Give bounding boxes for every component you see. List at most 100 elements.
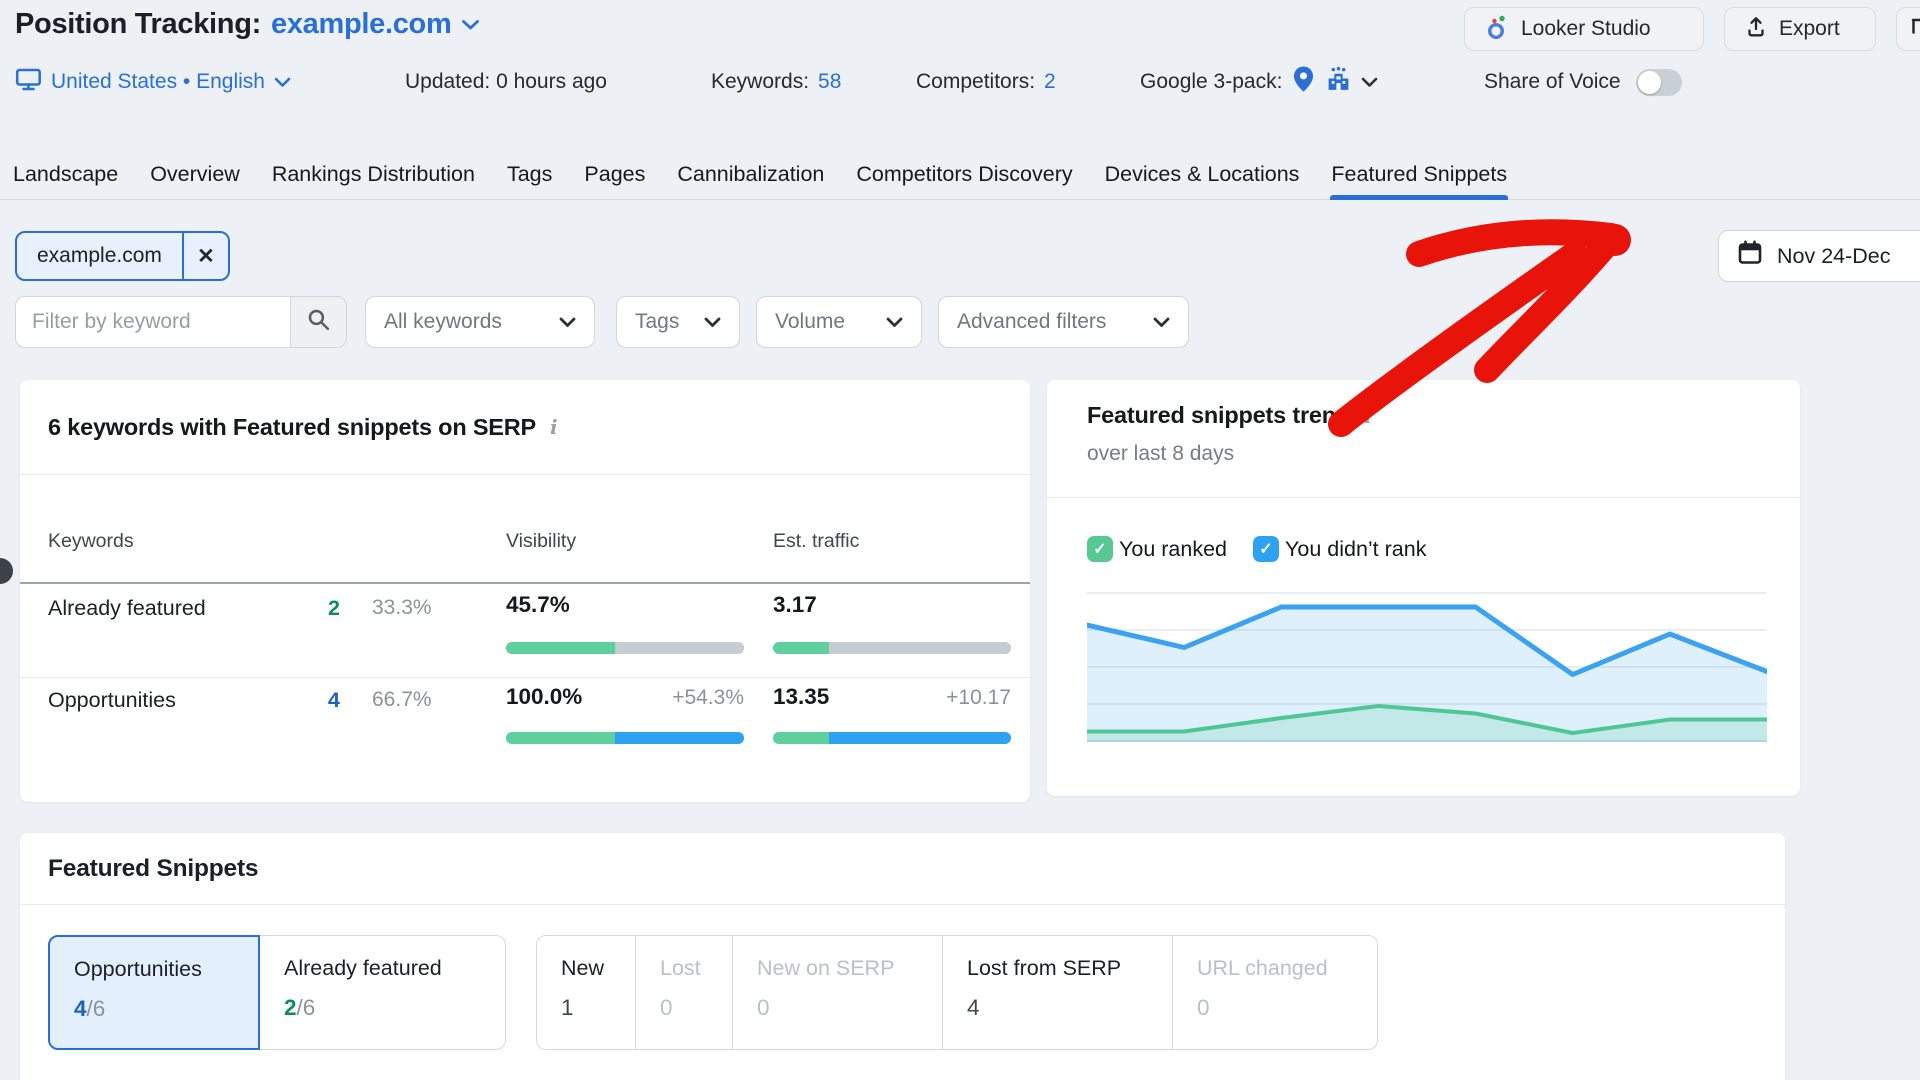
visibility-value: 45.7% [506,592,570,618]
filter-tab-value: 4 [74,996,87,1021]
filter-tab-label: Opportunities [74,957,258,982]
advanced-filters-label: Advanced filters [957,310,1106,334]
chevron-down-icon [886,317,903,328]
search-icon [306,307,331,337]
map-pin-icon [1291,65,1316,100]
snippets-card-title: Featured Snippets [20,833,1785,905]
keywords-label: Keywords: [711,70,809,94]
featured-snippets-trend-card: Featured snippets trend i over last 8 da… [1047,380,1800,796]
chevron-down-icon [559,317,576,328]
checkbox-checked-icon[interactable]: ✓ [1253,536,1279,562]
keywords-count: Keywords: 58 [711,62,841,102]
filter-tab-label: Already featured [284,956,505,981]
tab-overview[interactable]: Overview [149,153,241,199]
legend-you-ranked: ✓ You ranked [1087,536,1227,562]
tab-devices-locations[interactable]: Devices & Locations [1104,153,1301,199]
column-header-visibility: Visibility [506,530,576,553]
competitors-value-link[interactable]: 2 [1044,70,1056,94]
row-count-link[interactable]: 2 [328,596,340,621]
row-label-already-featured: Already featured [48,596,206,621]
export-label: Export [1779,17,1840,41]
google-3pack-selector[interactable]: Google 3-pack: [1140,62,1378,102]
row-share: 33.3% [372,596,432,620]
status-tab-new[interactable]: New 1 [537,936,635,1049]
updated-label: Updated: 0 hours ago [405,70,607,94]
updated-status: Updated: 0 hours ago [405,62,607,102]
row-count-link[interactable]: 4 [328,688,340,713]
date-range-label: Nov 24-Dec [1777,244,1891,269]
trend-card-title: Featured snippets trend [1087,402,1350,429]
share-of-voice-toggle[interactable] [1636,69,1682,96]
search-button[interactable] [290,296,347,348]
info-icon[interactable]: i [550,415,558,439]
export-button[interactable]: Export [1724,7,1876,51]
filter-tab-opportunities[interactable]: Opportunities 4/6 [48,935,260,1050]
extra-toolbar-icon [1909,15,1920,43]
est-traffic-delta: +10.17 [885,686,1011,710]
visibility-value: 100.0% [506,684,582,710]
location-language-selector[interactable]: United States • English [15,62,291,102]
trend-legend: ✓ You ranked ✓ You didn’t rank [1087,536,1426,562]
extra-toolbar-button[interactable] [1896,7,1920,51]
date-range-picker[interactable]: Nov 24-Dec [1718,230,1920,282]
tab-rankings-distribution[interactable]: Rankings Distribution [271,153,476,199]
tab-cannibalization[interactable]: Cannibalization [676,153,825,199]
summary-card-title: 6 keywords with Featured snippets on SER… [48,414,536,441]
looker-studio-label: Looker Studio [1521,17,1651,41]
chip-close-icon[interactable]: ✕ [182,233,228,279]
local-3pack-building-icon [1325,66,1352,99]
export-icon [1745,15,1767,44]
page-title: Position Tracking: example.com [15,8,480,41]
share-of-voice-label: Share of Voice [1484,70,1621,94]
status-tab-new-on-serp: New on SERP 0 [732,936,942,1049]
filter-tab-already-featured[interactable]: Already featured 2/6 [260,935,506,1050]
chevron-down-icon [274,77,291,88]
looker-studio-button[interactable]: Looker Studio [1464,7,1704,51]
est-traffic-bar [773,642,1011,654]
toggle-knob [1638,71,1661,94]
tab-pages[interactable]: Pages [583,153,646,199]
legend-label: You didn’t rank [1285,537,1426,562]
competitors-label: Competitors: [916,70,1035,94]
status-tab-lost-from-serp[interactable]: Lost from SERP 4 [942,936,1172,1049]
status-tab-lost: Lost 0 [635,936,732,1049]
featured-snippets-summary-card: 6 keywords with Featured snippets on SER… [20,380,1030,802]
checkbox-checked-icon[interactable]: ✓ [1087,536,1113,562]
column-header-keywords: Keywords [48,530,134,553]
keyword-filter-input[interactable] [15,296,290,348]
legend-you-didnt-rank: ✓ You didn’t rank [1253,536,1426,562]
chevron-down-icon[interactable] [461,19,480,31]
header-divider [20,582,1030,584]
visibility-bar [506,732,744,744]
competitors-count: Competitors: 2 [916,62,1056,102]
advanced-filters-dropdown[interactable]: Advanced filters [938,296,1189,348]
keyword-filter [15,296,347,348]
monitor-icon [15,67,42,98]
featured-snippets-list-card: Featured Snippets Opportunities 4/6 Alre… [20,833,1785,1080]
tags-dropdown[interactable]: Tags [616,296,740,348]
est-traffic-value: 13.35 [773,684,829,710]
status-filter-tabs: New 1 Lost 0 New on SERP 0 Lost from SER… [536,935,1378,1050]
row-share: 66.7% [372,688,432,712]
domain-chip-label: example.com [17,233,182,279]
tab-landscape[interactable]: Landscape [12,153,119,199]
trend-card-subtitle: over last 8 days [1087,442,1760,466]
visibility-delta: +54.3% [618,686,744,710]
tab-tags[interactable]: Tags [506,153,553,199]
volume-label: Volume [775,310,845,334]
chevron-down-icon [1153,317,1170,328]
filter-tab-total: /6 [297,995,316,1020]
screen-edge-artifact [0,558,13,584]
row-divider [20,677,1030,678]
volume-dropdown[interactable]: Volume [756,296,922,348]
domain-filter-chip: example.com ✕ [15,231,230,281]
keywords-value-link[interactable]: 58 [818,70,841,94]
status-tab-url-changed: URL changed 0 [1172,936,1377,1049]
chevron-down-icon [1361,77,1378,88]
looker-studio-icon [1485,13,1509,46]
all-keywords-dropdown[interactable]: All keywords [365,296,595,348]
column-header-est-traffic: Est. traffic [773,530,859,553]
tab-competitors-discovery[interactable]: Competitors Discovery [855,153,1073,199]
project-name-link[interactable]: example.com [271,8,451,41]
location-language-label: United States • English [51,70,265,94]
